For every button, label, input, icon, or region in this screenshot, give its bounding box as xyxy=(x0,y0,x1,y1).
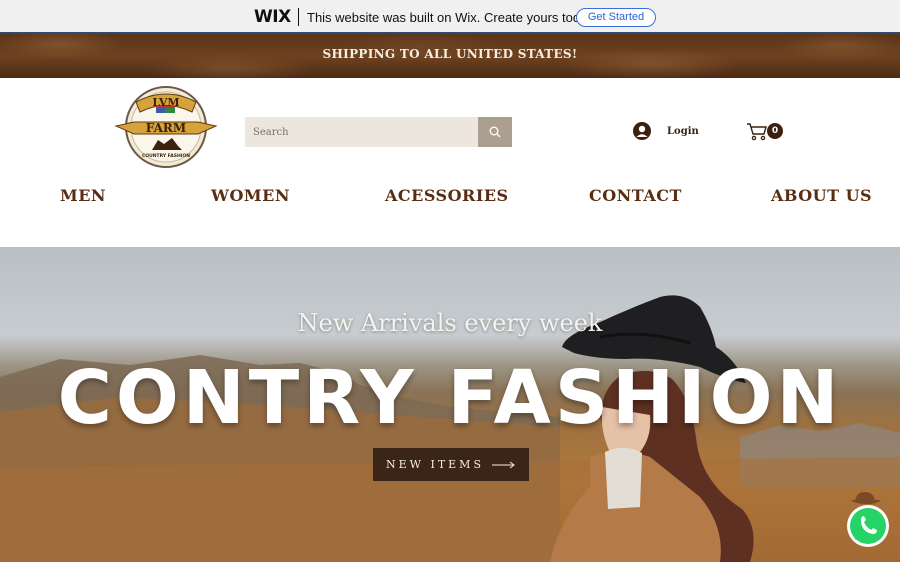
shipping-text: SHIPPING TO ALL UNITED STATES! xyxy=(322,47,578,61)
hero-title: CONTRY FASHION xyxy=(57,355,843,441)
search-button[interactable] xyxy=(478,117,512,147)
arrow-right-icon xyxy=(491,461,515,468)
get-started-button[interactable]: Get Started xyxy=(576,8,656,27)
new-items-label: NEW ITEMS xyxy=(386,458,484,471)
new-items-button[interactable]: NEW ITEMS xyxy=(373,448,529,481)
wix-message: This website was built on Wix. Create yo… xyxy=(307,10,597,25)
wix-promo-bar: WIX This website was built on Wix. Creat… xyxy=(0,0,900,34)
nav-item-contact[interactable]: CONTACT xyxy=(589,186,682,205)
nav-item-about-us[interactable]: ABOUT US xyxy=(771,186,872,205)
cart-count-badge[interactable]: 0 xyxy=(767,123,783,139)
search-icon xyxy=(489,126,501,138)
login-link[interactable]: Login xyxy=(667,126,699,137)
shipping-banner: SHIPPING TO ALL UNITED STATES! xyxy=(0,34,900,78)
user-avatar-icon[interactable] xyxy=(633,122,651,140)
nav-item-acessories[interactable]: ACESSORIES xyxy=(385,186,509,205)
wix-logo[interactable]: WIX xyxy=(254,7,291,27)
nav-item-men[interactable]: MEN xyxy=(60,186,106,205)
whatsapp-icon[interactable] xyxy=(843,490,893,552)
lvm-farm-logo[interactable]: LVM FARM COUNTRY FASHION xyxy=(114,84,218,170)
svg-text:FARM: FARM xyxy=(146,121,186,135)
cart-icon[interactable] xyxy=(746,121,768,141)
hero-banner: New Arrivals every week CONTRY FASHION N… xyxy=(0,247,900,562)
search-input[interactable] xyxy=(245,117,478,147)
nav-item-women[interactable]: WOMEN xyxy=(211,186,290,205)
svg-text:COUNTRY FASHION: COUNTRY FASHION xyxy=(142,153,190,159)
hero-subtitle: New Arrivals every week xyxy=(297,309,603,337)
wix-divider xyxy=(298,8,299,26)
